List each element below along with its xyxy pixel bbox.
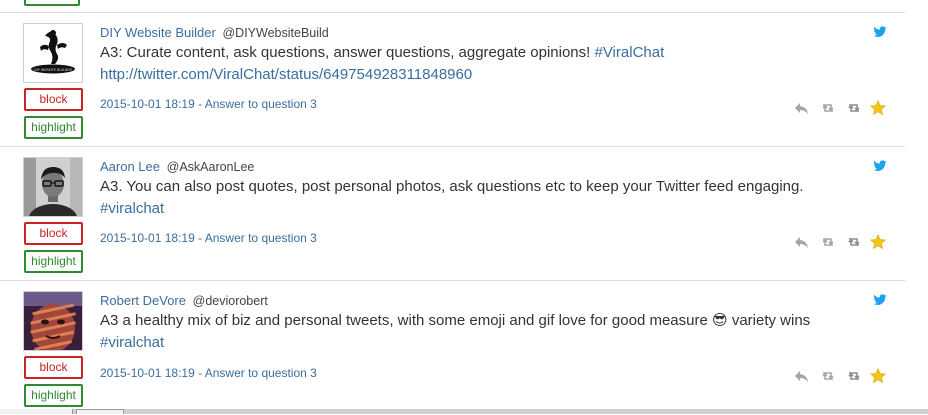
tweet-text: A3. You can also post quotes, post perso… xyxy=(100,176,870,220)
tweet-actions xyxy=(794,234,888,250)
retweet-icon[interactable] xyxy=(820,234,836,250)
tweet-text: A3: Curate content, ask questions, answe… xyxy=(100,42,870,86)
tweet-meta[interactable]: 2015-10-01 18:19 - Answer to question 3 xyxy=(100,97,317,111)
avatar[interactable]: DIY WEBSITE BUILDER xyxy=(23,23,83,83)
highlight-button[interactable]: highlight xyxy=(24,250,83,273)
emoji: 😎 xyxy=(712,312,728,329)
retweet-icon[interactable] xyxy=(846,234,862,250)
tweet-text-tail: variety wins xyxy=(731,312,811,329)
favorite-star-icon[interactable] xyxy=(870,234,886,250)
tweet-text-body: A3. You can also post quotes, post perso… xyxy=(100,178,804,195)
author-handle: @deviorobert xyxy=(192,294,268,308)
tweet-author: Robert DeVore @deviorobert xyxy=(100,293,268,308)
avatar[interactable] xyxy=(23,291,83,351)
reply-icon[interactable] xyxy=(794,234,810,250)
author-handle: @DIYWebsiteBuild xyxy=(222,26,329,40)
taskbar-tab[interactable] xyxy=(0,409,73,414)
author-name[interactable]: Aaron Lee xyxy=(100,159,160,174)
author-handle: @AskAaronLee xyxy=(166,160,255,174)
tweet-meta[interactable]: 2015-10-01 18:19 - Answer to question 3 xyxy=(100,231,317,245)
hashtag-link[interactable]: #ViralChat xyxy=(594,44,664,61)
retweet-icon[interactable] xyxy=(846,100,862,116)
tweet-item: DIY WEBSITE BUILDER block highlight DIY … xyxy=(0,13,905,147)
favorite-star-icon[interactable] xyxy=(870,100,886,116)
author-name[interactable]: DIY Website Builder xyxy=(100,25,216,40)
tweet-actions xyxy=(794,100,888,116)
block-button[interactable]: block xyxy=(24,222,83,245)
reply-icon[interactable] xyxy=(794,368,810,384)
tweet-author: Aaron Lee @AskAaronLee xyxy=(100,159,254,174)
highlight-button[interactable]: highlight xyxy=(24,116,83,139)
svg-text:DIY WEBSITE BUILDER: DIY WEBSITE BUILDER xyxy=(34,68,72,72)
reply-icon[interactable] xyxy=(794,100,810,116)
block-button[interactable]: block xyxy=(24,356,83,379)
author-name[interactable]: Robert DeVore xyxy=(100,293,186,308)
favorite-star-icon[interactable] xyxy=(870,368,886,384)
tweet-text-body: A3: Curate content, ask questions, answe… xyxy=(100,44,591,61)
tweet-actions xyxy=(794,368,888,384)
taskbar-tab[interactable] xyxy=(76,409,124,414)
tweet-meta[interactable]: 2015-10-01 18:19 - Answer to question 3 xyxy=(100,366,317,380)
retweet-icon[interactable] xyxy=(846,368,862,384)
tweet-text: A3 a healthy mix of biz and personal twe… xyxy=(100,310,870,354)
taskbar xyxy=(0,409,928,414)
highlight-button[interactable]: highlight xyxy=(24,384,83,407)
retweet-icon[interactable] xyxy=(820,100,836,116)
status-link[interactable]: http://twitter.com/ViralChat/status/6497… xyxy=(100,66,472,83)
twitter-bird-icon[interactable] xyxy=(873,26,887,38)
tweet-item: block highlight Aaron Lee @AskAaronLee A… xyxy=(0,147,905,281)
highlight-button-previous[interactable] xyxy=(24,0,80,6)
hashtag-link[interactable]: #viralchat xyxy=(100,334,164,351)
block-button[interactable]: block xyxy=(24,88,83,111)
tweet-feed: DIY WEBSITE BUILDER block highlight DIY … xyxy=(0,0,928,414)
twitter-bird-icon[interactable] xyxy=(873,160,887,172)
tweet-author: DIY Website Builder @DIYWebsiteBuild xyxy=(100,25,329,40)
retweet-icon[interactable] xyxy=(820,368,836,384)
avatar[interactable] xyxy=(23,157,83,217)
tweet-item: block highlight Robert DeVore @deviorobe… xyxy=(0,281,905,415)
hashtag-link[interactable]: #viralchat xyxy=(100,200,164,217)
twitter-bird-icon[interactable] xyxy=(873,294,887,306)
tweet-text-body: A3 a healthy mix of biz and personal twe… xyxy=(100,312,708,329)
